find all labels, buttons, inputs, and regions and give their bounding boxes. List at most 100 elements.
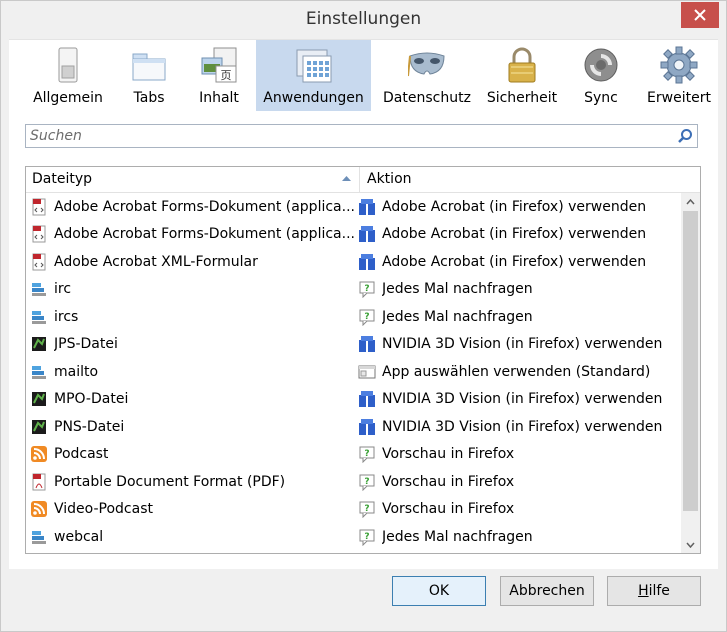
action-label: NVIDIA 3D Vision (in Firefox) verwenden bbox=[382, 336, 663, 352]
search-box[interactable] bbox=[25, 124, 698, 148]
table-row[interactable]: Portable Document Format (PDF) ? Vorschau… bbox=[26, 468, 680, 496]
action-label: Adobe Acrobat (in Firefox) verwenden bbox=[382, 198, 647, 215]
tab-erweitert[interactable]: Erweitert bbox=[639, 40, 719, 111]
svg-text:?: ? bbox=[364, 504, 369, 514]
scroll-up-button[interactable] bbox=[681, 193, 700, 210]
svg-text:?: ? bbox=[364, 449, 369, 459]
pdf-file-icon bbox=[32, 473, 46, 490]
action-label: Adobe Acrobat (in Firefox) verwenden bbox=[382, 226, 647, 242]
scrollbar-thumb[interactable] bbox=[683, 211, 698, 511]
help-label-rest: ilfe bbox=[648, 583, 670, 599]
file-type-label: Portable Document Format (PDF) bbox=[54, 473, 286, 490]
tab-sicherheit[interactable]: Sicherheit bbox=[481, 40, 563, 111]
table-row[interactable]: webcal ? Jedes Mal nachfragen bbox=[26, 523, 680, 551]
close-icon bbox=[694, 9, 706, 21]
preview-icon: ? bbox=[359, 501, 375, 518]
file-type-label: JPS-Datei bbox=[54, 336, 118, 352]
tab-label: Tabs bbox=[133, 90, 165, 106]
applications-icon bbox=[296, 49, 331, 83]
chevron-down-icon bbox=[686, 542, 695, 548]
applications-panel: Dateityp Aktion Adobe Acrobat Forms-Doku… bbox=[9, 112, 718, 569]
tab-sync[interactable]: Sync bbox=[563, 40, 639, 111]
tab-tabs[interactable]: Tabs bbox=[115, 40, 183, 111]
action-label: Vorschau in Firefox bbox=[382, 446, 515, 462]
table-row[interactable]: irc ? Jedes Mal nachfragen bbox=[26, 276, 680, 304]
cancel-button[interactable]: Abbrechen bbox=[500, 576, 594, 606]
table-row[interactable]: mailto App auswählen verwenden (Standard… bbox=[26, 358, 680, 386]
nvidia-3d-file-icon bbox=[32, 392, 46, 406]
table-row[interactable]: JPS-Datei NVIDIA 3D Vision (in Firefox) … bbox=[26, 331, 680, 359]
table-row[interactable]: ircs ? Jedes Mal nachfragen bbox=[26, 303, 680, 331]
application-blue-icon bbox=[359, 391, 375, 407]
tab-label: Datenschutz bbox=[383, 90, 471, 106]
tab-inhalt[interactable]: 页 Inhalt bbox=[183, 40, 255, 111]
app-chooser-icon bbox=[358, 365, 376, 378]
protocol-icon bbox=[32, 530, 46, 544]
protocol-icon bbox=[32, 310, 46, 324]
file-type-label: mailto bbox=[54, 363, 99, 380]
settings-dialog: Einstellungen Allgemein Tabs 页 Inhalt An… bbox=[0, 0, 727, 632]
sort-ascending-icon bbox=[342, 176, 351, 181]
preview-icon: ? bbox=[359, 446, 375, 463]
sync-icon bbox=[584, 48, 618, 82]
nvidia-3d-file-icon bbox=[32, 337, 46, 351]
ask-question-icon: ? bbox=[359, 529, 375, 546]
file-type-label: irc bbox=[54, 281, 72, 297]
application-blue-icon bbox=[359, 198, 375, 215]
table-row[interactable]: Video-Podcast ? Vorschau in Firefox bbox=[26, 496, 680, 524]
tab-label: Sync bbox=[584, 90, 618, 106]
rss-feed-icon bbox=[31, 501, 47, 517]
column-header-type[interactable]: Dateityp bbox=[26, 167, 360, 192]
table-row[interactable]: Adobe Acrobat Forms-Dokument (applica...… bbox=[26, 221, 680, 249]
tab-label: Sicherheit bbox=[486, 90, 558, 106]
svg-text:?: ? bbox=[364, 532, 369, 542]
search-input[interactable] bbox=[30, 125, 670, 147]
vertical-scrollbar[interactable] bbox=[681, 193, 700, 553]
table-row[interactable]: Adobe Acrobat Forms-Dokument (applica...… bbox=[26, 193, 680, 221]
tab-label: Allgemein bbox=[33, 90, 103, 106]
ask-question-icon: ? bbox=[359, 281, 375, 298]
file-type-label: Podcast bbox=[54, 446, 109, 462]
file-type-label: ircs bbox=[54, 308, 79, 325]
nvidia-3d-file-icon bbox=[32, 419, 46, 434]
rss-feed-icon bbox=[31, 446, 47, 462]
tab-label: Inhalt bbox=[199, 90, 239, 106]
pdf-xml-file-icon bbox=[32, 253, 46, 270]
lock-icon bbox=[508, 47, 536, 83]
column-header-action[interactable]: Aktion bbox=[361, 167, 681, 192]
tab-datenschutz[interactable]: Datenschutz bbox=[373, 40, 481, 111]
mask-icon bbox=[408, 52, 445, 77]
file-type-label: Adobe Acrobat Forms-Dokument (applica... bbox=[54, 198, 355, 215]
table-row[interactable]: Podcast ? Vorschau in Firefox bbox=[26, 441, 680, 469]
action-label: Jedes Mal nachfragen bbox=[382, 528, 533, 545]
protocol-icon bbox=[32, 365, 46, 379]
application-blue-icon bbox=[359, 336, 375, 352]
file-type-label: Adobe Acrobat Forms-Dokument (applica... bbox=[54, 226, 355, 242]
pdf-form-file-icon bbox=[32, 198, 46, 215]
table-row[interactable]: PNS-Datei NVIDIA 3D Vision (in Firefox) … bbox=[26, 413, 680, 441]
tab-label: Anwendungen bbox=[263, 90, 364, 106]
window-title: Einstellungen bbox=[305, 9, 422, 29]
file-type-label: Adobe Acrobat XML-Formular bbox=[54, 253, 258, 270]
preview-icon: ? bbox=[359, 474, 375, 491]
table-row[interactable]: MPO-Datei NVIDIA 3D Vision (in Firefox) … bbox=[26, 386, 680, 414]
search-icon[interactable] bbox=[677, 128, 693, 144]
tab-label: Erweitert bbox=[647, 90, 711, 106]
table-row[interactable]: Adobe Acrobat XML-Formular Adobe Acrobat… bbox=[26, 248, 680, 276]
file-type-label: Video-Podcast bbox=[54, 501, 153, 517]
tab-anwendungen[interactable]: Anwendungen bbox=[256, 40, 371, 111]
tab-allgemein[interactable]: Allgemein bbox=[21, 40, 115, 111]
tabs-icon bbox=[132, 53, 166, 81]
ok-button[interactable]: OK bbox=[392, 576, 486, 606]
pdf-form-file-icon bbox=[32, 225, 46, 243]
action-label: NVIDIA 3D Vision (in Firefox) verwenden bbox=[382, 391, 663, 407]
title-bar[interactable]: Einstellungen bbox=[1, 1, 726, 39]
close-button[interactable] bbox=[681, 2, 719, 28]
file-type-label: MPO-Datei bbox=[54, 391, 129, 407]
content-types-table: Dateityp Aktion Adobe Acrobat Forms-Doku… bbox=[25, 166, 701, 554]
category-toolbar: Allgemein Tabs 页 Inhalt Anwendungen Date… bbox=[9, 39, 718, 113]
scroll-down-button[interactable] bbox=[681, 536, 700, 553]
file-type-label: webcal bbox=[54, 528, 104, 545]
file-type-label: PNS-Datei bbox=[54, 418, 125, 435]
help-button[interactable]: Hilfe bbox=[607, 576, 701, 606]
